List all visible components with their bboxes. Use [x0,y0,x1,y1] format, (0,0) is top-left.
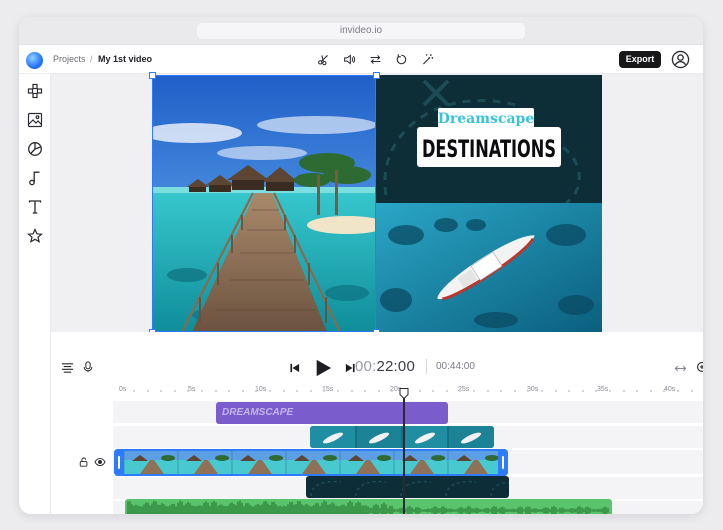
magic-wand-icon[interactable] [419,51,435,67]
swap-icon[interactable] [367,51,383,67]
ruler-dot [296,390,299,392]
eye-icon[interactable] [93,456,107,468]
fit-width-icon[interactable] [673,361,687,375]
scissors-icon[interactable] [315,51,331,67]
timeline-panel: 00:22:00 00:44:00 0s 5s 10s 15s 20s 25s … [51,332,703,514]
breadcrumb-projects[interactable]: Projects [53,54,86,64]
audio-waveform [127,500,609,514]
export-button[interactable]: Export [619,51,661,68]
ruler-dot [418,390,421,392]
breadcrumb-current-project[interactable]: My 1st video [98,54,152,64]
current-time-rest: 22:00 [376,358,415,375]
unlock-icon[interactable] [78,456,90,468]
skip-back-icon[interactable] [289,362,301,374]
text-clip-dreamscape[interactable]: DREAMSCAPE [216,402,448,424]
video-canvas-area: Dreamscape DESTINATIONS [51,72,703,336]
ruler-tick-40s: 40s [664,386,676,393]
volume-icon[interactable] [341,51,357,67]
ruler-dot [201,390,203,392]
ruler-dot [160,390,163,392]
ruler-dot [690,390,693,392]
ruler-dot [636,390,639,392]
ruler-dot [513,390,516,392]
media-icon[interactable] [24,109,46,131]
trim-handle-right[interactable] [498,449,508,476]
title-and-boat-panel[interactable]: Dreamscape DESTINATIONS [376,75,602,332]
resize-handle-top-left[interactable] [149,72,156,79]
ruler-dot [350,390,353,392]
ruler-dot [133,390,135,392]
ruler-dot [173,390,176,392]
ruler-tick-0s: 0s [119,386,127,393]
total-duration: 00:44:00 [436,361,475,372]
browser-bar: invideo.io [19,17,703,45]
ruler-dot [337,390,339,392]
playhead-handle[interactable] [399,386,409,400]
music-icon[interactable] [24,167,46,189]
left-toolbar [19,74,51,514]
trim-handle-left[interactable] [114,449,124,476]
ruler-dot [677,390,679,392]
audio-clip[interactable] [125,499,612,514]
ruler-dot [146,390,149,392]
editor-header: Projects / My 1st video Export [19,45,703,74]
ruler-dot [649,390,652,392]
address-bar[interactable]: invideo.io [197,23,525,39]
play-icon[interactable] [312,357,334,379]
ruler-dot [581,390,584,392]
main-video-clip[interactable] [114,449,508,476]
rotate-icon[interactable] [393,51,409,67]
background-pattern-clip[interactable] [306,476,509,498]
selection-frame [152,75,376,332]
ruler-dot [486,390,489,392]
zoom-in-icon[interactable] [695,360,703,376]
ruler-tick-35s: 35s [597,386,609,393]
ruler-dot [500,390,503,392]
ruler-dot [432,390,435,392]
ruler-tick-5s: 5s [188,386,196,393]
ruler-dot [214,390,217,392]
ruler-dot [309,390,312,392]
text-icon[interactable] [24,196,46,218]
ruler-dot [241,390,244,392]
ruler-dot [445,390,448,392]
current-time: 00:22:00 [355,358,415,375]
resize-handle-top-right[interactable] [373,72,380,79]
ruler-dot [554,390,557,392]
boat-video-clip[interactable] [310,426,494,448]
ruler-dot [622,390,625,392]
ruler-dot [473,390,475,392]
ruler-dot [541,390,543,392]
title-line-dreamscape: Dreamscape [438,111,535,127]
ruler-dot [282,390,285,392]
stickers-icon[interactable] [24,138,46,160]
ruler-dot [269,390,271,392]
current-time-hours: 00: [355,358,377,375]
ruler-dot [568,390,571,392]
account-icon[interactable] [671,50,690,69]
elements-icon[interactable] [24,80,46,102]
microphone-icon[interactable] [81,360,95,374]
captions-icon[interactable] [60,360,74,374]
playhead-line[interactable] [403,390,405,514]
app-window: invideo.io Projects / My 1st video Expor… [19,17,703,514]
title-line-destinations: DESTINATIONS [422,135,556,163]
ruler-dot [609,390,611,392]
time-divider [426,359,427,374]
favorites-icon[interactable] [24,225,46,247]
invideo-logo[interactable] [26,52,43,69]
breadcrumb-separator: / [90,54,93,64]
ruler-dot [377,390,380,392]
ruler-dot [364,390,367,392]
ruler-dot [228,390,231,392]
